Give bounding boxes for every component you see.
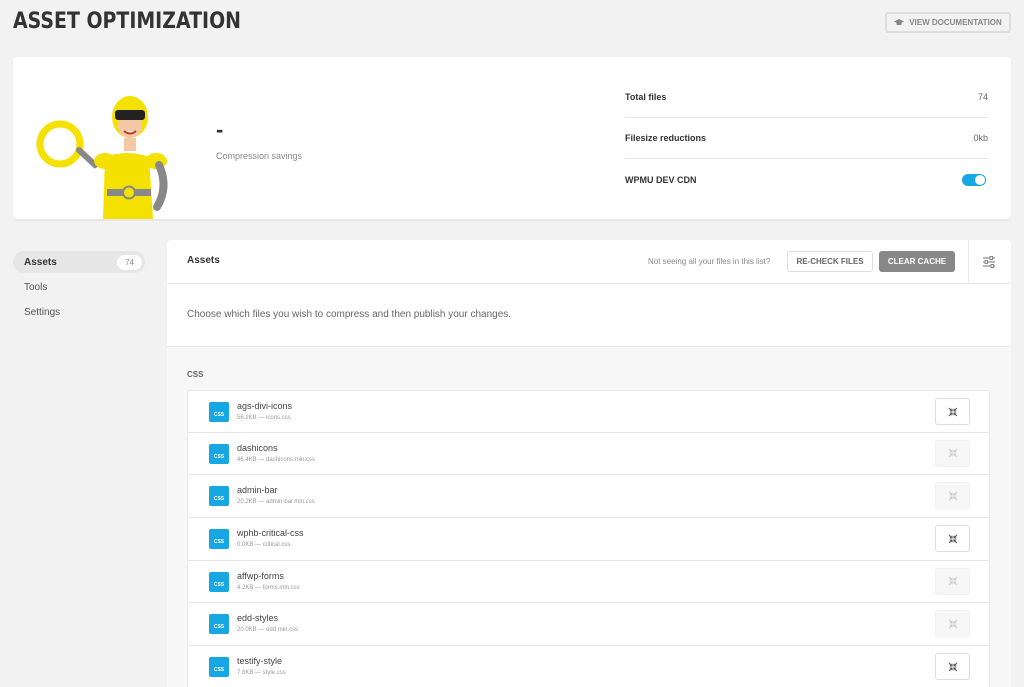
compression-savings-value: - [216,117,224,142]
intro-box: Choose which files you wish to compress … [167,284,1011,347]
page-title: ASSET OPTIMIZATION [13,9,241,34]
css-file-icon: CSS [209,657,229,678]
compression-savings-label: Compression savings [216,151,303,161]
compress-arrows-icon [948,662,957,672]
compress-arrows-icon [948,448,957,458]
view-documentation-button[interactable]: VIEW DOCUMENTATION [885,12,1011,33]
file-row: CSS dashicons 46.4KB — dashicons.min.css [187,432,990,476]
css-file-icon: CSS [209,571,229,592]
compress-arrows-icon [948,491,957,501]
cdn-toggle[interactable] [962,173,986,186]
stat-label: Total files [625,92,667,102]
stat-filesize-reductions: Filesize reductions 0kb [625,118,988,159]
file-meta: 20.0KB — edd.min.css [237,627,299,634]
css-file-icon: CSS [209,443,229,464]
sidebar-item-label: Settings [24,306,61,318]
section-label-css: CSS [187,370,204,379]
sidebar-item-settings[interactable]: Settings [13,301,145,323]
file-meta: 56.2KB — icons.css [237,415,291,421]
file-list-area: CSS CSS ags-divi-icons 56.2KB — icons.cs… [167,347,1011,687]
stat-value: 74 [977,92,988,102]
stat-value: 0kb [973,133,988,143]
stat-label: Filesize reductions [625,133,707,143]
stat-label: WPMU DEV CDN [625,174,697,185]
compress-arrows-icon [948,619,957,629]
sidebar-item-label: Assets [24,256,57,268]
file-meta: 20.2KB — admin-bar.min.css [237,499,315,506]
file-row: CSS admin-bar 20.2KB — admin-bar.min.css [187,475,990,519]
compress-button[interactable] [935,567,970,595]
stat-total-files: Total files 74 [625,77,988,118]
css-file-icon: CSS [209,402,229,422]
file-meta: 46.4KB — dashicons.min.css [237,456,316,463]
css-file-icon: CSS [209,486,229,507]
compress-button[interactable] [935,439,970,467]
compress-arrows-icon [948,407,957,416]
sidebar-item-label: Tools [24,281,48,293]
file-meta: 0.0KB — critical.css [237,542,291,549]
graduation-cap-icon [894,19,905,26]
stat-wpmu-dev-cdn: WPMU DEV CDN [625,159,988,200]
compress-button[interactable] [935,610,970,638]
mascot-illustration [35,95,175,219]
file-name: affwp-forms [237,570,284,581]
css-file-icon: CSS [209,614,229,635]
file-name: dashicons [237,442,278,453]
file-meta: 7.8KB — style.css [237,670,286,677]
file-name: testify-style [237,656,283,667]
file-row: CSS edd-styles 20.0KB — edd.min.css [187,603,990,647]
summary-box: - Compression savings Total files 74 Fil… [13,57,1011,219]
intro-text: Choose which files you wish to compress … [187,309,512,320]
clear-cache-button[interactable]: CLEAR CACHE [879,251,955,272]
compress-button[interactable] [935,398,970,425]
header-divider [968,240,969,284]
file-list: CSS ags-divi-icons 56.2KB — icons.css CS… [187,390,990,687]
panel-header: Assets Not seeing all your files in this… [167,240,1011,284]
view-documentation-label: VIEW DOCUMENTATION [909,18,1002,27]
file-name: edd-styles [237,613,279,624]
css-file-icon: CSS [209,529,229,550]
compress-arrows-icon [948,534,957,543]
recheck-files-button[interactable]: RE-CHECK FILES [787,251,873,272]
panel-title: Assets [187,255,220,266]
recheck-hint: Not seeing all your files in this list? [648,257,771,266]
file-name: wphb-critical-css [237,528,304,539]
filter-sliders-icon[interactable] [982,255,996,269]
compress-button[interactable] [935,653,970,681]
compress-arrows-icon [948,576,957,586]
compress-button[interactable] [935,482,970,510]
file-row: CSS affwp-forms 4.2KB — forms.min.css [187,560,990,604]
sidebar-item-assets[interactable]: Assets 74 [13,251,145,273]
file-row: CSS ags-divi-icons 56.2KB — icons.css [187,390,990,433]
assets-panel: Assets Not seeing all your files in this… [167,240,1011,687]
sidebar-item-tools[interactable]: Tools [13,276,145,298]
file-name: ags-divi-icons [237,401,293,411]
toggle-knob [975,174,985,185]
file-row: CSS wphb-critical-css 0.0KB — critical.c… [187,518,990,561]
file-meta: 4.2KB — forms.min.css [237,584,300,591]
file-name: admin-bar [237,485,278,496]
file-row: CSS testify-style 7.8KB — style.css [187,646,990,687]
assets-count-badge: 74 [117,254,142,270]
sidebar-nav: Assets 74 Tools Settings [13,251,145,326]
compress-button[interactable] [935,525,970,553]
